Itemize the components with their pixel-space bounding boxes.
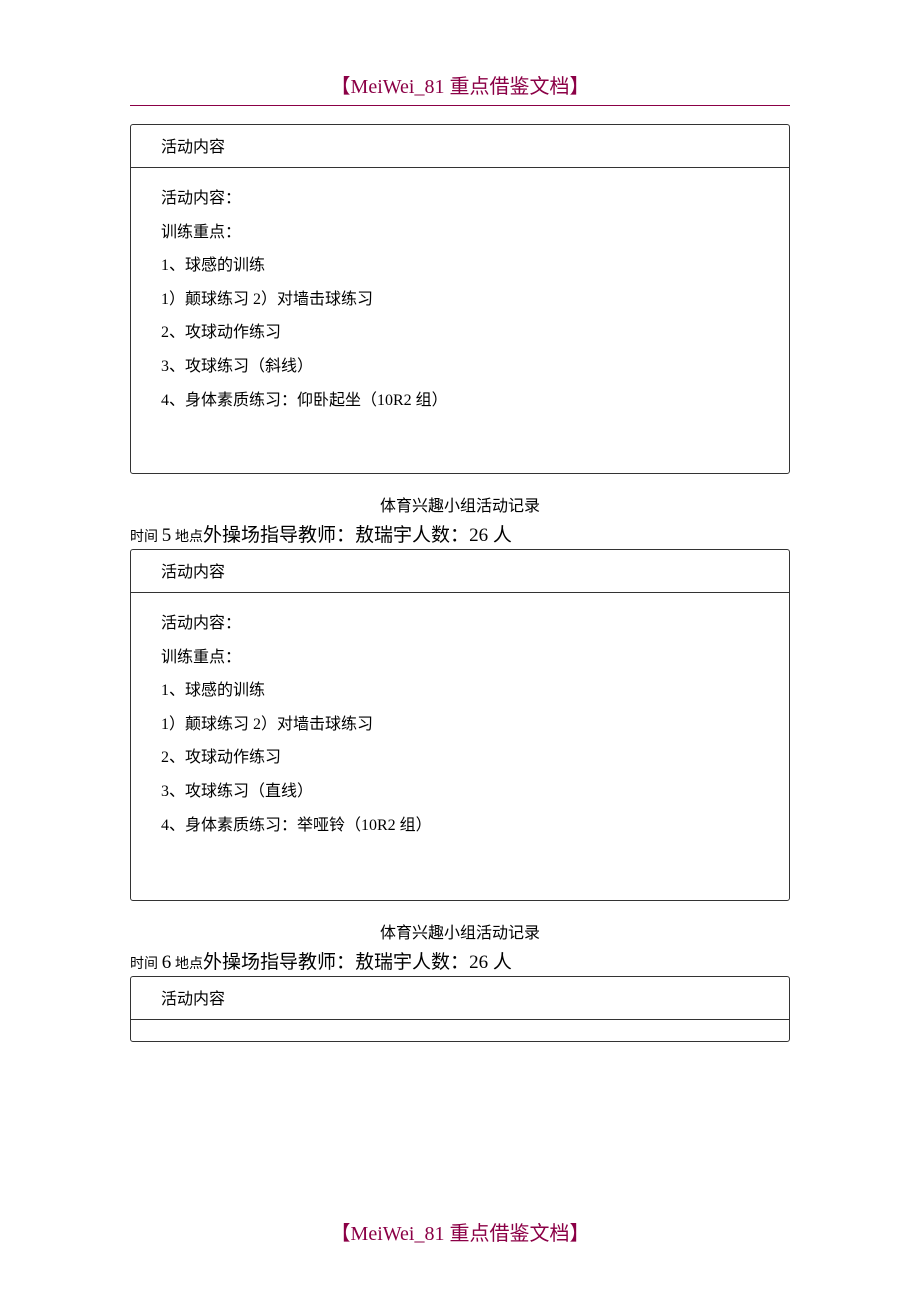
- activity-box-2: 活动内容 活动内容： 训练重点： 1、球感的训练 1）颠球练习 2）对墙击球练习…: [130, 549, 790, 901]
- box2-header: 活动内容: [131, 550, 789, 593]
- page-content: 活动内容 活动内容： 训练重点： 1、球感的训练 1）颠球练习 2）对墙击球练习…: [130, 124, 790, 1192]
- box1-line: 1）颠球练习 2）对墙击球练习: [161, 283, 759, 317]
- box1-line: 4、身体素质练习：仰卧起坐（10R2 组）: [161, 384, 759, 418]
- page-footer: 【MeiWei_81 重点借鉴文档】: [130, 1217, 790, 1246]
- meta-count-label: 人数：: [412, 525, 469, 546]
- box1-body: 活动内容： 训练重点： 1、球感的训练 1）颠球练习 2）对墙击球练习 2、攻球…: [131, 168, 789, 433]
- box2-body: 活动内容： 训练重点： 1、球感的训练 1）颠球练习 2）对墙击球练习 2、攻球…: [131, 593, 789, 858]
- meta-time-value: 6: [162, 952, 172, 973]
- box2-line: 1）颠球练习 2）对墙击球练习: [161, 708, 759, 742]
- record-3-title: 体育兴趣小组活动记录: [130, 919, 790, 943]
- header-text: 【MeiWei_81 重点借鉴文档】: [331, 76, 590, 98]
- meta-time-label: 时间: [130, 530, 158, 545]
- box2-line: 活动内容：: [161, 607, 759, 641]
- box1-line: 活动内容：: [161, 182, 759, 216]
- record-3-header: 体育兴趣小组活动记录 时间 6 地点外操场指导教师：敖瑞宇人数：26 人: [130, 919, 790, 974]
- meta-place-label: 地点: [175, 957, 203, 972]
- record-2-title: 体育兴趣小组活动记录: [130, 492, 790, 516]
- meta-place-label: 地点: [175, 530, 203, 545]
- record-2-header: 体育兴趣小组活动记录 时间 5 地点外操场指导教师：敖瑞宇人数：26 人: [130, 492, 790, 547]
- box1-header: 活动内容: [131, 125, 789, 168]
- box1-line: 3、攻球练习（斜线）: [161, 350, 759, 384]
- meta-place-value: 外操场: [203, 952, 260, 973]
- meta-time-value: 5: [162, 525, 172, 546]
- meta-teacher-value: 敖瑞宇: [355, 525, 412, 546]
- record-3-meta: 时间 6 地点外操场指导教师：敖瑞宇人数：26 人: [130, 947, 790, 974]
- box1-line: 1、球感的训练: [161, 249, 759, 283]
- box2-line: 训练重点：: [161, 641, 759, 675]
- footer-text: 【MeiWei_81 重点借鉴文档】: [331, 1223, 590, 1245]
- meta-teacher-label: 指导教师：: [260, 525, 355, 546]
- activity-box-3: 活动内容: [130, 976, 790, 1042]
- activity-box-1: 活动内容 活动内容： 训练重点： 1、球感的训练 1）颠球练习 2）对墙击球练习…: [130, 124, 790, 474]
- box2-line: 3、攻球练习（直线）: [161, 775, 759, 809]
- meta-count-value: 26 人: [469, 952, 512, 973]
- meta-place-value: 外操场: [203, 525, 260, 546]
- box2-line: 2、攻球动作练习: [161, 741, 759, 775]
- box2-line: 1、球感的训练: [161, 674, 759, 708]
- box1-line: 训练重点：: [161, 216, 759, 250]
- meta-time-label: 时间: [130, 957, 158, 972]
- box1-line: 2、攻球动作练习: [161, 316, 759, 350]
- meta-count-value: 26 人: [469, 525, 512, 546]
- box2-line: 4、身体素质练习：举哑铃（10R2 组）: [161, 809, 759, 843]
- meta-teacher-value: 敖瑞宇: [355, 952, 412, 973]
- meta-teacher-label: 指导教师：: [260, 952, 355, 973]
- meta-count-label: 人数：: [412, 952, 469, 973]
- box3-header: 活动内容: [131, 977, 789, 1020]
- page-header: 【MeiWei_81 重点借鉴文档】: [130, 70, 790, 106]
- record-2-meta: 时间 5 地点外操场指导教师：敖瑞宇人数：26 人: [130, 520, 790, 547]
